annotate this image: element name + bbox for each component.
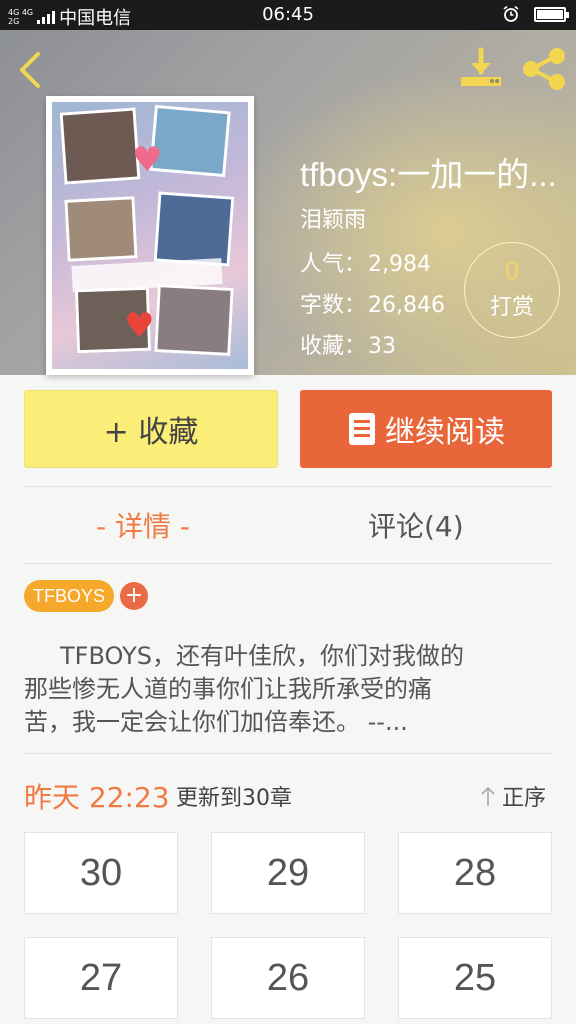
tab-details[interactable]: - 详情 - — [96, 505, 190, 545]
chapter-button[interactable]: 26 — [211, 937, 365, 1019]
book-icon — [349, 413, 375, 445]
book-title: tfboys:一加一的... — [300, 156, 557, 193]
book-author[interactable]: 泪颖雨 — [300, 202, 366, 234]
chapter-button[interactable]: 29 — [211, 832, 365, 914]
stat-value: 33 — [368, 334, 397, 359]
update-status: 更新到30章 — [176, 786, 292, 811]
chapter-button[interactable]: 28 — [398, 832, 552, 914]
share-icon[interactable] — [520, 46, 568, 92]
add-tag-button[interactable]: + — [120, 582, 148, 610]
chapter-button[interactable]: 27 — [24, 937, 178, 1019]
battery-icon — [534, 6, 569, 22]
sort-order-toggle[interactable]: 正序 — [480, 780, 546, 812]
stat-label: 收藏： — [300, 334, 367, 359]
stat-popularity: 人气：2,984 — [300, 246, 431, 278]
book-cover[interactable]: ♥ ♥ — [46, 96, 254, 375]
divider — [24, 563, 552, 564]
synopsis-line: 苦，我一定会让你们加倍奉还。 --... — [24, 708, 408, 736]
book-synopsis[interactable]: TFBOYS，还有叶佳欣，你们对我做的 那些惨无人道的事你们让我所承受的痛 苦，… — [24, 640, 534, 739]
tab-comments[interactable]: 评论(4) — [368, 505, 464, 545]
stat-value: 26,846 — [368, 293, 445, 318]
synopsis-line: 那些惨无人道的事你们让我所承受的痛 — [24, 675, 432, 703]
chapter-button[interactable]: 30 — [24, 832, 178, 914]
arrow-up-icon — [481, 786, 495, 806]
reward-label: 打赏 — [489, 295, 534, 320]
synopsis-line: TFBOYS，还有叶佳欣，你们对我做的 — [60, 642, 464, 670]
stat-word-count: 字数：26,846 — [300, 287, 445, 319]
back-arrow-icon[interactable] — [12, 48, 48, 92]
continue-reading-button[interactable]: 继续阅读 — [300, 390, 552, 468]
continue-reading-label: 继续阅读 — [385, 415, 505, 450]
reward-count: 0 — [504, 257, 520, 285]
status-bar: 4G 4G 2G 中国电信 06:45 — [0, 0, 576, 30]
add-to-favorites-button[interactable]: + 收藏 — [24, 390, 278, 468]
add-to-favorites-label: + 收藏 — [103, 415, 199, 450]
stat-label: 人气： — [300, 252, 367, 277]
alarm-icon — [503, 5, 519, 22]
status-time: 06:45 — [262, 4, 314, 25]
sort-order-label: 正序 — [502, 786, 547, 811]
stat-favorites: 收藏：33 — [300, 328, 396, 360]
stat-label: 字数： — [300, 293, 367, 318]
tag-tfboys[interactable]: TFBOYS — [24, 580, 115, 612]
book-cover-image: ♥ ♥ — [52, 102, 248, 369]
reward-button[interactable]: 0 打赏 — [464, 242, 560, 338]
divider — [24, 486, 552, 487]
chapter-button[interactable]: 25 — [398, 937, 552, 1019]
divider — [24, 753, 552, 754]
download-icon[interactable] — [458, 46, 504, 92]
update-time: 昨天 22:23 — [24, 781, 170, 814]
stat-value: 2,984 — [368, 252, 431, 277]
